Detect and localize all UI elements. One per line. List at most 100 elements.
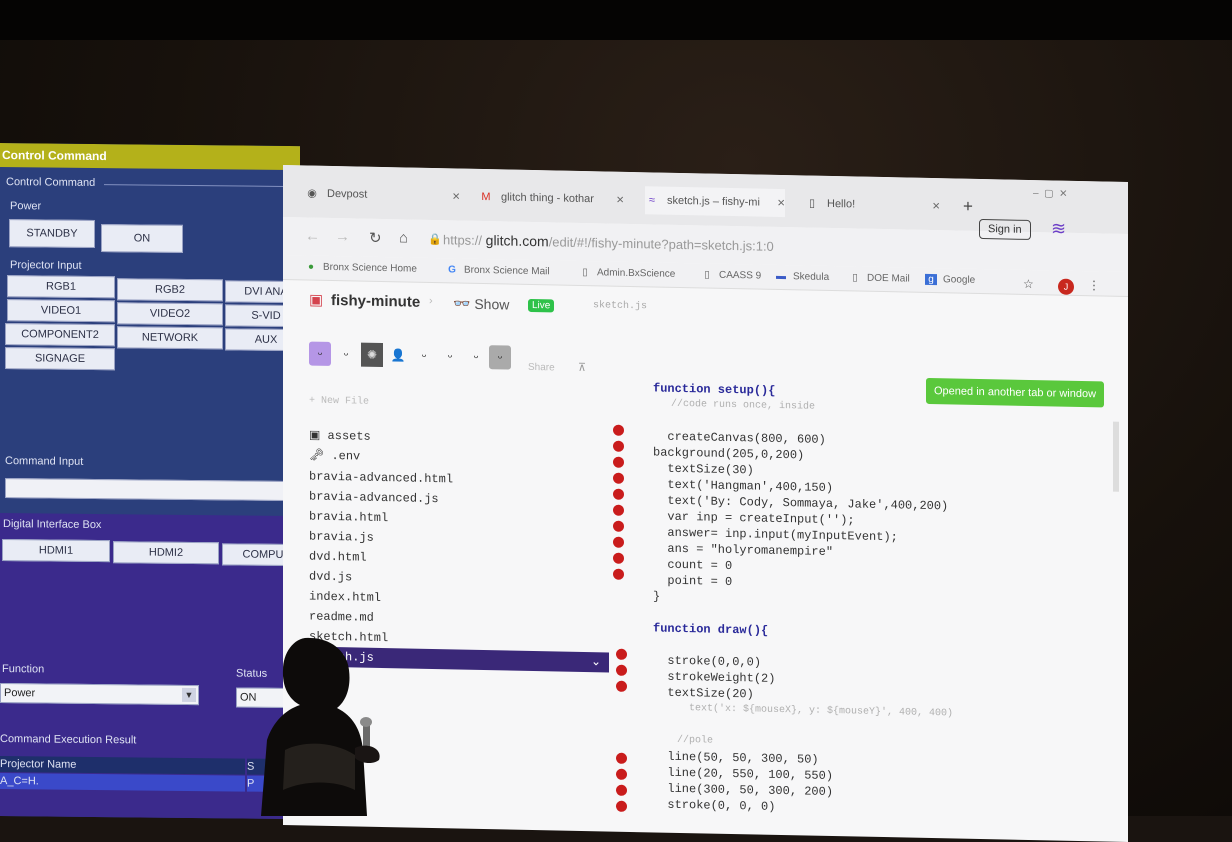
file-item[interactable]: bravia.html	[309, 507, 388, 529]
bookmark-item[interactable]: ▯ CAASS 9	[701, 269, 761, 281]
input-network-button[interactable]: NETWORK	[117, 326, 223, 350]
lint-error-marker[interactable]	[613, 536, 624, 548]
lint-error-marker[interactable]	[616, 680, 627, 692]
lint-error-marker[interactable]	[613, 424, 624, 436]
lint-error-marker[interactable]	[613, 504, 624, 516]
lint-error-marker[interactable]	[613, 488, 624, 500]
lint-error-marker[interactable]	[616, 784, 627, 796]
page-icon: ▯	[808, 197, 816, 210]
bookmark-label: CAASS 9	[719, 269, 762, 282]
avatar[interactable]: ✺	[361, 342, 383, 368]
hdmi2-button[interactable]: HDMI2	[113, 541, 219, 565]
avatar[interactable]: ᵕ	[309, 341, 331, 366]
file-item[interactable]: bravia.js	[309, 527, 374, 548]
lint-error-marker[interactable]	[616, 648, 627, 660]
avatar[interactable]: ᵕ	[413, 344, 435, 368]
input-rgb1-button[interactable]: RGB1	[7, 275, 115, 299]
tab-hello[interactable]: ▯ Hello! ×	[805, 189, 940, 220]
lint-error-marker[interactable]	[613, 520, 624, 532]
close-icon[interactable]: ×	[777, 189, 785, 217]
lint-error-marker[interactable]	[613, 472, 624, 484]
project-name[interactable]: fishy-minute	[331, 292, 420, 311]
tab-gmail[interactable]: Mglitch thing - kothar ×	[479, 183, 624, 214]
tab-sketch[interactable]: ≈ sketch.js – fishy-mi ×	[645, 186, 785, 218]
share-label[interactable]: Share	[528, 362, 555, 374]
editor-scrollbar[interactable]	[1113, 421, 1119, 492]
file-item-assets[interactable]: ▣ assets	[309, 426, 371, 447]
lint-error-marker[interactable]	[616, 768, 627, 780]
lint-error-marker[interactable]	[616, 664, 627, 676]
profile-avatar[interactable]: J	[1058, 278, 1074, 295]
page-icon: ▯	[704, 269, 710, 281]
sign-in-button[interactable]: Sign in	[979, 218, 1031, 241]
lint-error-marker[interactable]	[616, 800, 627, 812]
lint-error-marker[interactable]	[613, 568, 624, 580]
menu-icon[interactable]: ⋮	[1088, 278, 1100, 292]
bookmark-item[interactable]: ● Bronx Science Home	[305, 261, 417, 275]
on-button[interactable]: ON	[101, 224, 183, 253]
window-controls[interactable]: – ▢ ✕	[1033, 188, 1068, 200]
bookmark-item[interactable]: ▯ Admin.BxScience	[579, 267, 675, 280]
input-signage-button[interactable]: SIGNAGE	[5, 347, 115, 371]
file-item[interactable]: dvd.html	[309, 547, 367, 568]
code-line: }	[653, 589, 661, 604]
projector-name-header: Projector Name	[0, 758, 77, 771]
file-item[interactable]: dvd.js	[309, 567, 352, 588]
chevron-down-icon[interactable]: ⌄	[591, 652, 601, 672]
avatar[interactable]: ᵕ	[489, 345, 511, 370]
avatar[interactable]: ᵕ	[439, 344, 461, 368]
back-icon[interactable]: ←	[305, 227, 320, 244]
lint-error-marker[interactable]	[613, 552, 624, 564]
avatar[interactable]: 👤	[387, 343, 409, 367]
hdmi1-button[interactable]: HDMI1	[2, 539, 110, 563]
file-item[interactable]: index.html	[309, 587, 381, 608]
bookmark-item[interactable]: ▯ DOE Mail	[849, 272, 910, 284]
input-component2-button[interactable]: COMPONENT2	[5, 323, 115, 347]
close-icon[interactable]: ×	[616, 186, 624, 214]
bookmark-item[interactable]: g Google	[925, 273, 975, 286]
tab-devpost[interactable]: ◉ Devpost ×	[305, 179, 460, 210]
lint-error-marker[interactable]	[613, 440, 624, 452]
chevron-down-icon[interactable]: ▼	[182, 687, 196, 703]
avatar[interactable]: ᵕ	[335, 342, 357, 366]
home-icon[interactable]: ⌂	[399, 229, 408, 246]
chevron-down-icon[interactable]: ›	[429, 295, 433, 307]
projector-input-label: Projector Input	[10, 259, 82, 272]
file-item[interactable]: bravia-advanced.js	[309, 487, 439, 510]
url-field[interactable]: https:// glitch.com/edit/#!/fishy-minute…	[443, 231, 774, 254]
collapse-icon[interactable]: ⊼	[578, 361, 586, 374]
reload-icon[interactable]: ↻	[369, 229, 382, 247]
url-path: /edit/#!/fishy-minute?path=sketch.js:1:0	[548, 234, 774, 254]
function-label: Function	[2, 663, 45, 676]
input-rgb2-button[interactable]: RGB2	[117, 278, 223, 302]
forward-icon[interactable]: →	[335, 228, 350, 245]
control-title: Control Command	[0, 143, 300, 171]
input-video2-button[interactable]: VIDEO2	[117, 302, 223, 326]
avatar[interactable]: ᵕ	[465, 345, 487, 369]
table-row[interactable]: A_C=H.	[0, 773, 245, 792]
star-icon[interactable]: ☆	[1023, 277, 1034, 291]
lint-error-marker[interactable]	[613, 456, 624, 468]
project-avatar-icon: ▣	[309, 291, 324, 309]
code-line: function draw(){	[653, 621, 769, 638]
tab-label: sketch.js – fishy-mi	[667, 194, 760, 209]
input-video1-button[interactable]: VIDEO1	[7, 299, 115, 323]
file-item-env[interactable]: 🗝 .env	[309, 446, 360, 467]
file-item[interactable]: readme.md	[309, 607, 374, 628]
devpost-icon: ◉	[307, 187, 317, 200]
function-select-value: Power	[4, 687, 36, 700]
show-button[interactable]: 👓 Show	[453, 295, 509, 313]
new-tab-button[interactable]: +	[963, 197, 973, 217]
bookmark-item[interactable]: ▬ Skedula	[775, 271, 829, 283]
command-input-field[interactable]	[5, 478, 297, 502]
bookmark-item[interactable]: G Bronx Science Mail	[446, 264, 549, 277]
ceiling-shadow	[0, 0, 1232, 40]
glitch-icon: ≈	[648, 194, 656, 207]
standby-button[interactable]: STANDBY	[9, 219, 95, 248]
close-icon[interactable]: ×	[452, 182, 460, 210]
close-icon[interactable]: ×	[932, 192, 940, 220]
glitch-fish-logo-icon[interactable]: ≋	[1051, 218, 1079, 239]
function-select[interactable]: Power ▼	[0, 683, 199, 706]
new-file-button[interactable]: + New File	[309, 396, 369, 408]
lint-error-marker[interactable]	[616, 752, 627, 764]
